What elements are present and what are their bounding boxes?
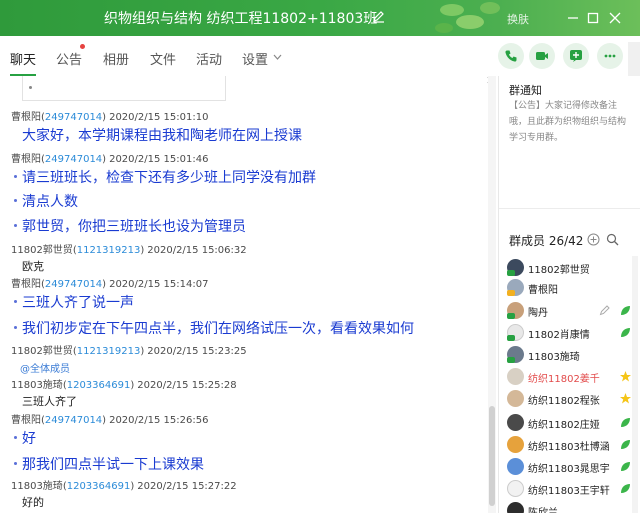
members-title: 群成员 26/42 [509,234,584,248]
member-item[interactable]: 纺织11802程张 [507,388,632,410]
qq-link[interactable]: 1121319213 [77,245,141,256]
search-icon[interactable] [606,233,619,246]
message-text: 三班人齐了说一声 [14,292,134,312]
member-item[interactable]: 陈欣兰 [507,500,632,513]
chevron-down-icon[interactable] [273,53,282,61]
member-item[interactable]: 纺织11803晁思宇 [507,456,632,478]
divider [499,208,640,209]
leaf-icon [621,440,630,449]
title-decoration-icon [435,2,500,33]
admin-badge-icon [507,270,515,276]
chat-area: ✕ 曹根阳(249747014)2020/2/15 15:01:10 大家好，本… [0,76,498,513]
leaf-icon [621,328,630,337]
message-header: 曹根阳(249747014) 2020/2/15 15:14:07 [11,279,209,290]
avatar [507,458,524,475]
right-panel: 群通知 【公告】大家记得修改备注哦，且此群为织物组织与结构学习专用群。 群成员 … [499,76,640,513]
tab-settings[interactable]: 设置 [242,49,268,68]
qq-link[interactable]: 249747014 [45,415,102,426]
skin-button[interactable]: 换肤 [507,11,529,27]
qq-link[interactable]: 1203364691 [67,380,131,391]
window-title: 织物组织与结构 纺织工程11802+11803班 [104,11,378,27]
message-header: 曹根阳(249747014) 2020/2/15 15:01:10 [11,112,209,123]
message-text: 欧克 [22,260,44,273]
chat-scrollbar[interactable] [488,76,496,513]
add-button[interactable] [563,43,589,69]
member-item[interactable]: 纺织11802姜千 [507,366,632,388]
edit-icon[interactable] [599,304,611,316]
message-text: 好的 [22,496,44,509]
edit-icon[interactable] [372,10,386,24]
message-text: 请三班班长，检查下还有多少班上同学没有加群 [14,167,316,187]
tab-announcement[interactable]: 公告 [56,49,82,68]
video-call-button[interactable] [529,43,555,69]
avatar [507,480,524,497]
member-item[interactable]: 纺织11803杜博涵 [507,434,632,456]
notice-text[interactable]: 【公告】大家记得修改备注哦，且此群为织物组织与结构学习专用群。 [509,98,627,146]
maximize-icon[interactable] [584,9,602,27]
member-item[interactable]: 曹根阳 [507,277,632,299]
member-item[interactable]: 纺织11803王宇轩 [507,478,632,500]
owner-badge-icon [507,290,515,296]
qq-link[interactable]: 249747014 [45,154,102,165]
message-header: 11802郭世贸(1121319213) 2020/2/15 15:23:25 [11,346,247,357]
qq-link[interactable]: 1121319213 [77,346,141,357]
message-text: 三班人齐了 [22,395,77,408]
avatar [507,436,524,453]
qq-link[interactable]: 1203364691 [67,481,131,492]
message-header: 11802郭世贸(1121319213) 2020/2/15 15:06:32 [11,245,247,256]
admin-badge-icon [507,357,515,363]
unread-dot [80,44,85,49]
leaf-icon [621,462,630,471]
member-item[interactable]: 纺织11802庄娅 [507,412,632,434]
tab-files[interactable]: 文件 [150,49,176,68]
tab-activity[interactable]: 活动 [196,49,222,68]
message-text: 郭世贸，你把三班班长也设为管理员 [14,216,246,236]
more-button[interactable] [597,43,623,69]
avatar [507,414,524,431]
message-text: 好 [14,428,36,448]
leaf-icon [621,306,630,315]
tab-bar: 聊天 公告 相册 文件 活动 设置 [0,36,640,76]
message-header: 曹根阳(249747014) 2020/2/15 15:26:56 [11,415,209,426]
avatar [507,390,524,407]
member-item[interactable]: 11803施琦 [507,344,632,366]
qq-link[interactable]: 249747014 [45,112,102,123]
message-text: 大家好，本学期课程由我和陶老师在网上授课 [22,128,302,144]
star-icon [620,393,631,404]
tab-chat[interactable]: 聊天 [10,49,37,76]
add-member-icon[interactable] [587,233,600,246]
star-icon [620,371,631,382]
phone-icon [505,50,517,62]
avatar [507,368,524,385]
message-header: 11803施琦(1203364691) 2020/2/15 15:25:28 [11,380,237,391]
message-header: 11803施琦(1203364691) 2020/2/15 15:27:22 [11,481,237,492]
close-icon[interactable] [606,9,624,27]
plus-square-icon [570,50,582,62]
message-header: 曹根阳(249747014) 2020/2/15 15:01:46 [11,154,209,165]
qq-link[interactable]: 249747014 [45,279,102,290]
message-text: 清点人数 [14,191,78,211]
notice-title: 群通知 [509,84,542,97]
message-text: 我们初步定在下午四点半，我们在网络试压一次，看看效果如何 [14,318,414,338]
more-dots-icon [604,54,616,58]
avatar [507,502,524,513]
tab-album[interactable]: 相册 [103,49,129,68]
members-scrollbar[interactable] [632,256,638,513]
admin-badge-icon [507,335,515,341]
member-item[interactable]: 11802郭世贸 [507,257,632,279]
leaf-icon [621,418,630,427]
admin-badge-icon [507,313,515,319]
member-item[interactable]: 陶丹 [507,300,632,322]
message-text: 那我们四点半试一下上课效果 [14,454,204,474]
video-icon [536,52,548,60]
voice-call-button[interactable] [498,43,524,69]
member-item[interactable]: 11802肖康情 [507,322,632,344]
leaf-icon [621,484,630,493]
title-bar: 织物组织与结构 纺织工程11802+11803班 换肤 [0,0,640,36]
minimize-icon[interactable] [564,9,582,27]
previous-message-bubble [22,76,226,101]
mention-all[interactable]: @全体成员 [20,360,70,375]
